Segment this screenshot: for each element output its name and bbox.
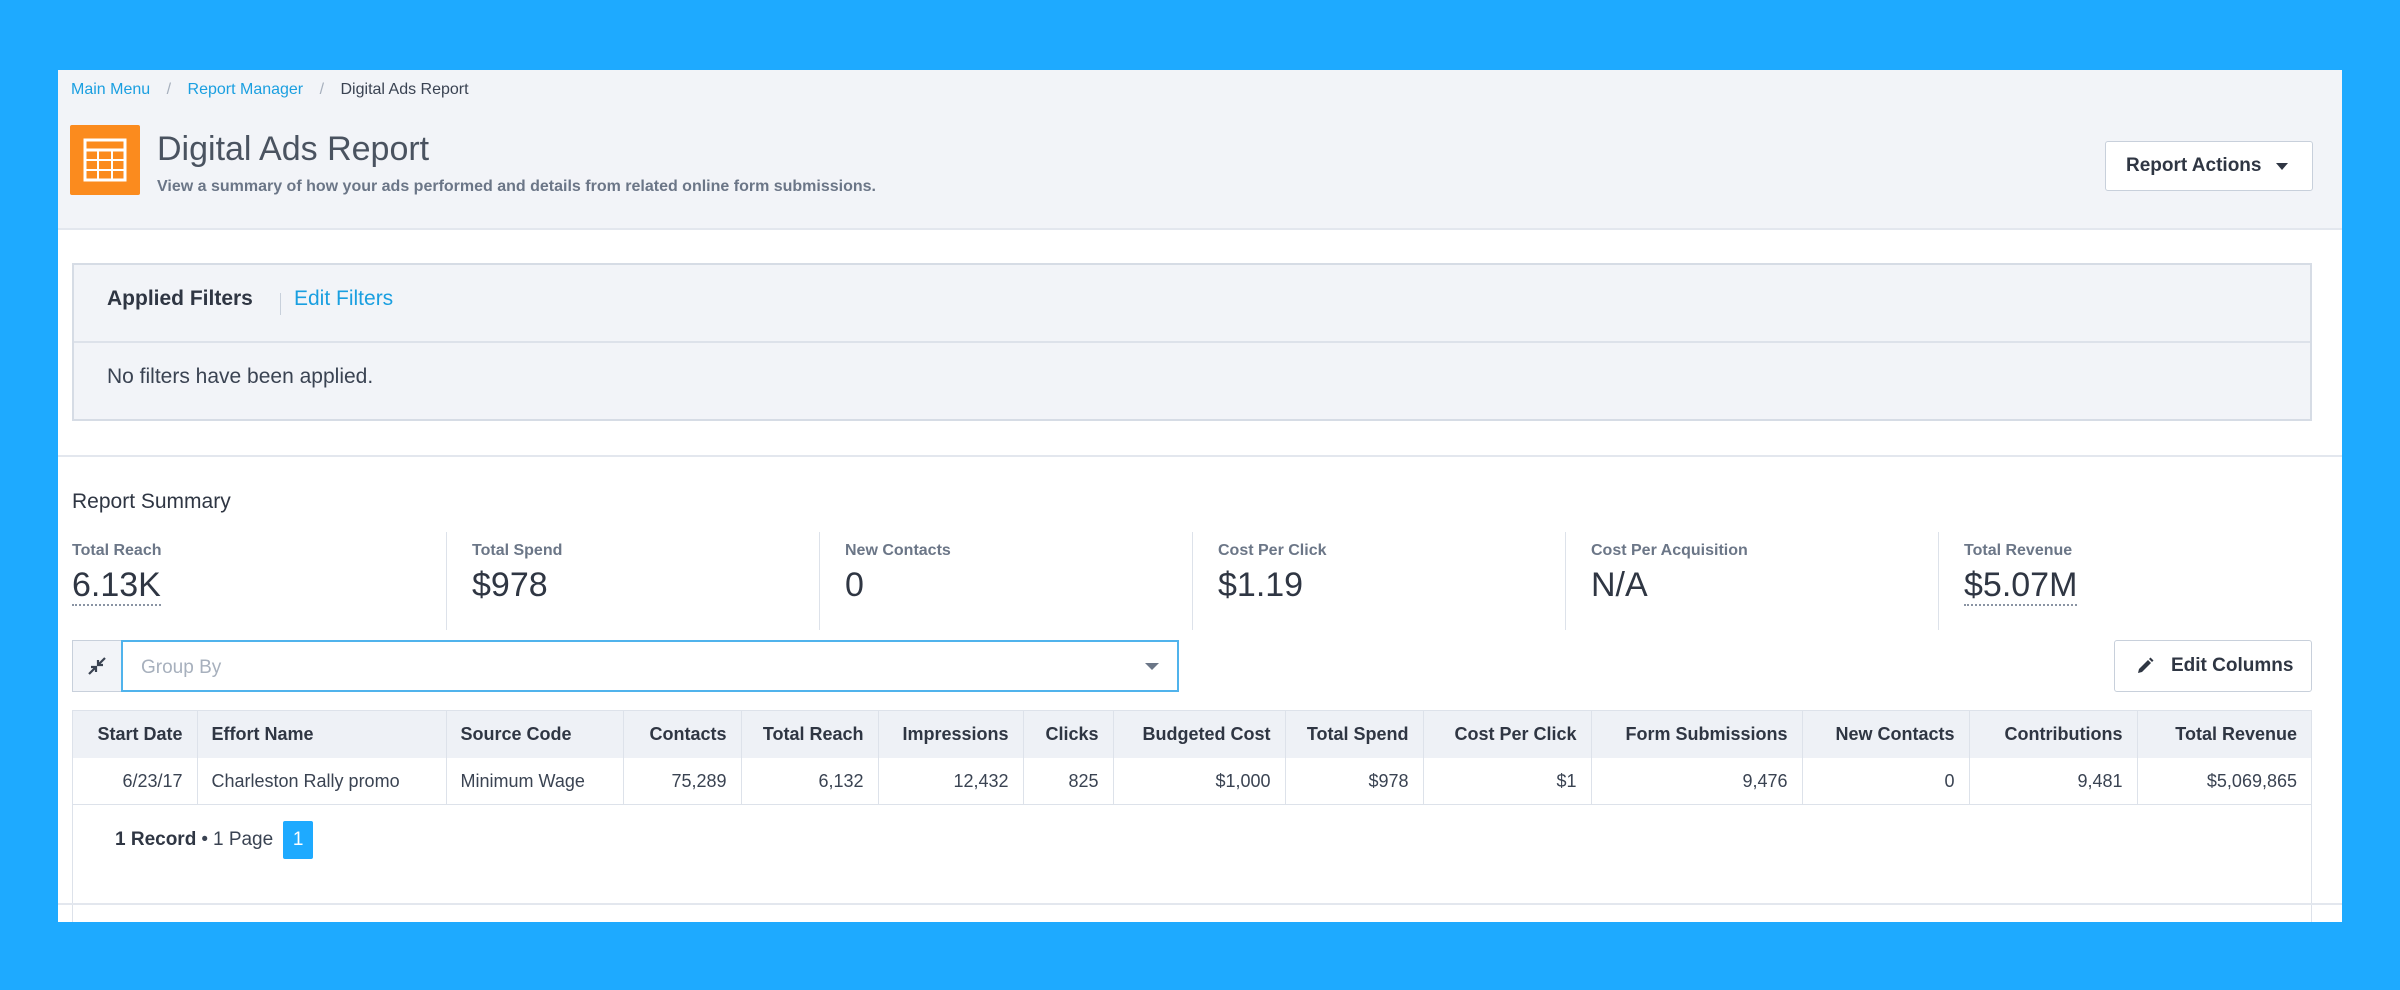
metric-label: Total Reach (72, 542, 162, 559)
table-cell: $1,000 (1113, 758, 1286, 805)
column-header[interactable]: Source Code (446, 711, 624, 758)
table-cell: 6/23/17 (73, 758, 198, 805)
pager-separator: • (201, 829, 208, 850)
report-summary-title: Report Summary (72, 490, 231, 513)
collapse-button[interactable] (72, 640, 122, 692)
metric-cost-per-acquisition: Cost Per Acquisition N/A (1565, 532, 1965, 638)
column-header[interactable]: Cost Per Click (1423, 711, 1592, 758)
metric-value: N/A (1591, 566, 1648, 604)
metric-value: $1.19 (1218, 566, 1304, 604)
metric-divider (1192, 532, 1193, 630)
metric-divider (1938, 532, 1939, 630)
column-header[interactable]: Contributions (1969, 711, 2138, 758)
caret-down-icon (2276, 163, 2288, 170)
table-cell: 12,432 (878, 758, 1024, 805)
table-cell: $5,069,865 (2137, 758, 2311, 805)
metric-total-reach: Total Reach 6.13K (72, 542, 446, 638)
report-actions-label: Report Actions (2126, 155, 2262, 176)
report-table-container: Start Date Effort Name Source Code Conta… (72, 710, 2312, 922)
metric-divider (446, 532, 447, 630)
column-header[interactable]: Total Spend (1285, 711, 1424, 758)
report-table: Start Date Effort Name Source Code Conta… (73, 711, 2311, 805)
metric-label: Total Spend (472, 542, 563, 559)
metric-divider (1565, 532, 1566, 630)
metric-cost-per-click: Cost Per Click $1.19 (1192, 532, 1592, 638)
table-cell: Charleston Rally promo (197, 758, 447, 805)
spreadsheet-icon (70, 125, 140, 195)
breadcrumb-main-menu[interactable]: Main Menu (71, 81, 150, 98)
column-header[interactable]: Contacts (623, 711, 742, 758)
page-count: 1 Page (212, 829, 274, 850)
table-cell: $978 (1285, 758, 1424, 805)
table-cell: 6,132 (741, 758, 879, 805)
report-frame: Main Menu / Report Manager / Digital Ads… (58, 70, 2342, 922)
column-header[interactable]: Form Submissions (1591, 711, 1803, 758)
column-header[interactable]: Clicks (1023, 711, 1114, 758)
page-button-1[interactable]: 1 (283, 821, 314, 859)
edit-filters-link[interactable]: Edit Filters (294, 287, 393, 311)
applied-filters-heading: Applied Filters (107, 287, 253, 310)
group-by-placeholder: Group By (141, 657, 222, 678)
edit-columns-label: Edit Columns (2171, 655, 2294, 676)
metric-label: Total Revenue (1964, 542, 2073, 559)
metric-new-contacts: New Contacts 0 (819, 532, 1219, 638)
breadcrumb-separator: / (319, 81, 325, 98)
metric-value: $978 (472, 566, 548, 604)
column-header[interactable]: Total Revenue (2137, 711, 2311, 758)
page-subtitle: View a summary of how your ads performed… (157, 178, 876, 195)
table-cell: 9,481 (1969, 758, 2138, 805)
chevron-down-icon (1145, 663, 1159, 670)
metric-total-spend: Total Spend $978 (446, 532, 846, 638)
breadcrumb-report-manager[interactable]: Report Manager (188, 81, 304, 98)
edit-columns-button[interactable]: Edit Columns (2114, 640, 2312, 692)
metric-label: Cost Per Click (1218, 542, 1327, 559)
filters-divider (280, 293, 281, 315)
page-header: Main Menu / Report Manager / Digital Ads… (58, 70, 2342, 230)
breadcrumb-current: Digital Ads Report (340, 81, 469, 98)
metric-label: New Contacts (845, 542, 951, 559)
record-count: 1 Record (115, 829, 197, 850)
table-cell: $1 (1423, 758, 1592, 805)
column-header[interactable]: New Contacts (1802, 711, 1970, 758)
table-header-row: Start Date Effort Name Source Code Conta… (73, 711, 2311, 758)
table-cell: 9,476 (1591, 758, 1803, 805)
column-header[interactable]: Effort Name (197, 711, 447, 758)
no-filters-message: No filters have been applied. (107, 365, 374, 388)
group-by-select[interactable]: Group By (121, 640, 1179, 692)
filters-panel-divider (74, 341, 2310, 343)
table-cell: 0 (1802, 758, 1970, 805)
table-row[interactable]: 6/23/17 Charleston Rally promo Minimum W… (73, 758, 2311, 805)
section-divider (58, 455, 2342, 457)
report-actions-button[interactable]: Report Actions (2105, 141, 2313, 191)
column-header[interactable]: Impressions (878, 711, 1024, 758)
metric-value: 0 (845, 566, 864, 604)
breadcrumb: Main Menu / Report Manager / Digital Ads… (71, 81, 469, 99)
metric-value[interactable]: $5.07M (1964, 566, 2078, 606)
pagination: 1 Record • 1 Page 1 (115, 821, 314, 859)
applied-filters-panel: Applied Filters Edit Filters No filters … (72, 263, 2312, 421)
column-header[interactable]: Budgeted Cost (1113, 711, 1286, 758)
table-cell: 75,289 (623, 758, 742, 805)
collapse-icon (88, 657, 106, 675)
table-cell: Minimum Wage (446, 758, 624, 805)
metric-label: Cost Per Acquisition (1591, 542, 1748, 559)
pencil-icon (2135, 656, 2155, 676)
metric-total-revenue: Total Revenue $5.07M (1938, 532, 2338, 638)
bottom-divider (58, 903, 2342, 905)
metric-divider (819, 532, 820, 630)
page-title: Digital Ads Report (157, 130, 430, 168)
metric-value[interactable]: 6.13K (72, 566, 161, 606)
breadcrumb-separator: / (166, 81, 172, 98)
column-header[interactable]: Total Reach (741, 711, 879, 758)
column-header[interactable]: Start Date (73, 711, 198, 758)
table-cell: 825 (1023, 758, 1114, 805)
